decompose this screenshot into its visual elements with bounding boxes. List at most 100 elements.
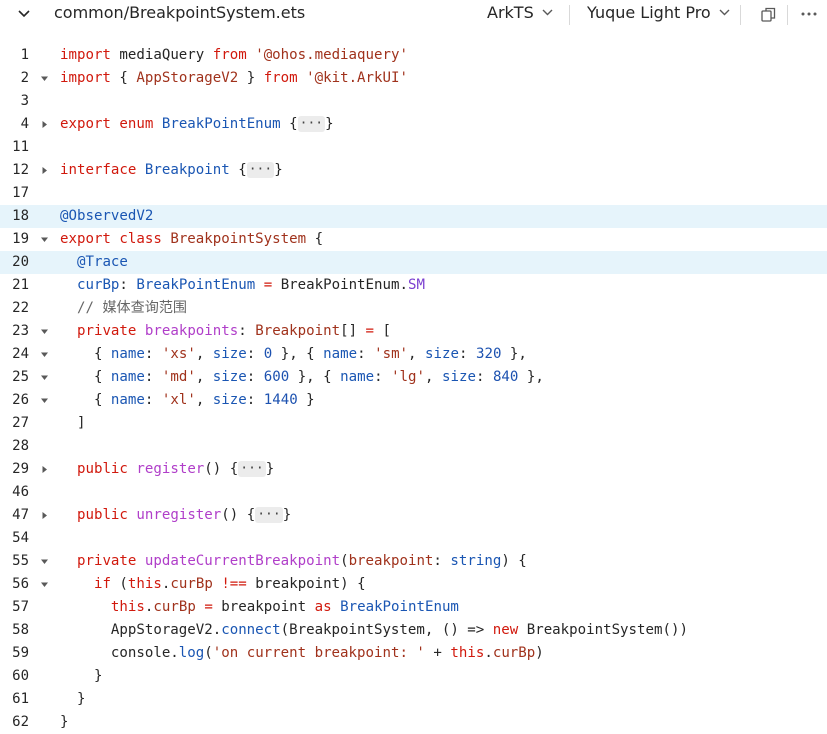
code-token: BreakPointEnum bbox=[340, 599, 459, 615]
theme-select[interactable]: Yuque Light Pro bbox=[587, 3, 730, 22]
folded-code-ellipsis[interactable]: ··· bbox=[238, 461, 266, 477]
code-token: { bbox=[60, 392, 111, 408]
code-token: : bbox=[374, 369, 392, 385]
fold-arrow-open-icon[interactable] bbox=[38, 389, 50, 412]
line-number: 29 bbox=[12, 461, 29, 477]
code-token: import bbox=[60, 70, 111, 86]
line-number: 28 bbox=[12, 438, 29, 454]
line-number: 59 bbox=[12, 645, 29, 661]
code-token: }, { bbox=[272, 346, 324, 362]
code-token: SM bbox=[407, 277, 425, 293]
code-token: console. bbox=[60, 645, 179, 661]
fold-arrow-open-icon[interactable] bbox=[38, 320, 50, 343]
line-number: 1 bbox=[20, 47, 29, 63]
copy-button[interactable] bbox=[756, 3, 780, 25]
code-token: { bbox=[60, 346, 111, 362]
folded-code-ellipsis[interactable]: ··· bbox=[246, 162, 275, 178]
code-line: 17 bbox=[0, 182, 827, 205]
code-line: 25 { name: 'md', size: 600 }, { name: 'l… bbox=[0, 366, 827, 389]
code-token: '@ohos.mediaquery' bbox=[255, 47, 408, 63]
chevron-down-icon bbox=[542, 9, 553, 16]
code-token: : bbox=[144, 369, 162, 385]
code-token: @ObservedV2 bbox=[60, 208, 154, 224]
code-line: 20 @Trace bbox=[0, 251, 827, 274]
code-token: 600 bbox=[263, 369, 290, 385]
language-label: ArkTS bbox=[487, 3, 534, 22]
line-number: 54 bbox=[12, 530, 29, 546]
code-token: this bbox=[110, 599, 145, 615]
copy-icon bbox=[760, 7, 775, 22]
folded-code-ellipsis[interactable]: ··· bbox=[255, 507, 283, 523]
file-path: common/BreakpointSystem.ets bbox=[54, 3, 306, 22]
code-token: { bbox=[110, 70, 137, 86]
code-token: this bbox=[127, 576, 162, 592]
line-number: 11 bbox=[12, 139, 29, 155]
code-token: AppStorageV2 bbox=[136, 70, 239, 86]
code-token: ( bbox=[110, 576, 128, 592]
code-token: }, bbox=[518, 369, 544, 385]
code-token: log bbox=[178, 645, 205, 661]
code-line: 47 public unregister() {···} bbox=[0, 504, 827, 527]
code-text: private breakpoints: Breakpoint[] = [ bbox=[60, 320, 391, 343]
code-line: 58 AppStorageV2.connect(BreakpointSystem… bbox=[0, 619, 827, 642]
language-select[interactable]: ArkTS bbox=[487, 3, 553, 22]
code-token: curBp bbox=[170, 576, 213, 592]
code-token: ] bbox=[60, 415, 86, 431]
more-button[interactable] bbox=[797, 3, 821, 25]
line-number: 19 bbox=[12, 231, 29, 247]
code-token: = bbox=[204, 599, 213, 615]
fold-arrow-open-icon[interactable] bbox=[38, 67, 50, 90]
fold-arrow-open-icon[interactable] bbox=[38, 366, 50, 389]
line-number: 24 bbox=[12, 346, 29, 362]
line-number: 4 bbox=[20, 116, 29, 132]
line-number: 3 bbox=[20, 93, 29, 109]
code-token: } bbox=[325, 116, 334, 132]
line-number: 46 bbox=[12, 484, 29, 500]
code-text: } bbox=[60, 688, 86, 711]
theme-label: Yuque Light Pro bbox=[587, 3, 711, 22]
code-token: private bbox=[76, 323, 137, 339]
code-token: mediaQuery bbox=[110, 47, 213, 63]
code-token: BreakPointEnum bbox=[161, 116, 281, 132]
fold-arrow-open-icon[interactable] bbox=[38, 228, 50, 251]
fold-arrow-open-icon[interactable] bbox=[38, 573, 50, 596]
code-token: public bbox=[76, 507, 128, 523]
code-line: 46 bbox=[0, 481, 827, 504]
code-text: import mediaQuery from '@ohos.mediaquery… bbox=[60, 44, 408, 67]
code-token: from bbox=[212, 47, 247, 63]
fold-arrow-closed-icon[interactable] bbox=[38, 504, 50, 527]
line-number: 2 bbox=[20, 70, 29, 86]
fold-arrow-closed-icon[interactable] bbox=[38, 113, 50, 136]
fold-arrow-open-icon[interactable] bbox=[38, 550, 50, 573]
code-line: 21 curBp: BreakPointEnum = BreakPointEnu… bbox=[0, 274, 827, 297]
code-line: 27 ] bbox=[0, 412, 827, 435]
code-token: curBp bbox=[76, 277, 120, 293]
code-line: 11 bbox=[0, 136, 827, 159]
code-editor[interactable]: 1 import mediaQuery from '@ohos.mediaquer… bbox=[0, 44, 827, 734]
code-token: = bbox=[365, 323, 375, 339]
code-token: }, bbox=[501, 346, 527, 362]
header-divider bbox=[569, 5, 570, 25]
code-token: [] bbox=[340, 323, 366, 339]
fold-arrow-closed-icon[interactable] bbox=[38, 159, 50, 182]
code-token: name bbox=[110, 346, 145, 362]
code-token: ) { bbox=[501, 553, 527, 569]
line-number: 27 bbox=[12, 415, 29, 431]
collapse-code-button[interactable] bbox=[15, 5, 33, 23]
code-token: } bbox=[60, 668, 103, 684]
folded-code-ellipsis[interactable]: ··· bbox=[297, 116, 326, 132]
code-token: AppStorageV2. bbox=[60, 622, 222, 638]
code-text: // 媒体查询范围 bbox=[60, 297, 187, 320]
fold-arrow-closed-icon[interactable] bbox=[38, 458, 50, 481]
code-token: : bbox=[144, 346, 162, 362]
code-token: BreakPointEnum bbox=[136, 277, 256, 293]
code-token: ( bbox=[204, 645, 213, 661]
code-token: { bbox=[60, 369, 111, 385]
fold-arrow-open-icon[interactable] bbox=[38, 343, 50, 366]
code-token: breakpoint bbox=[348, 553, 434, 569]
